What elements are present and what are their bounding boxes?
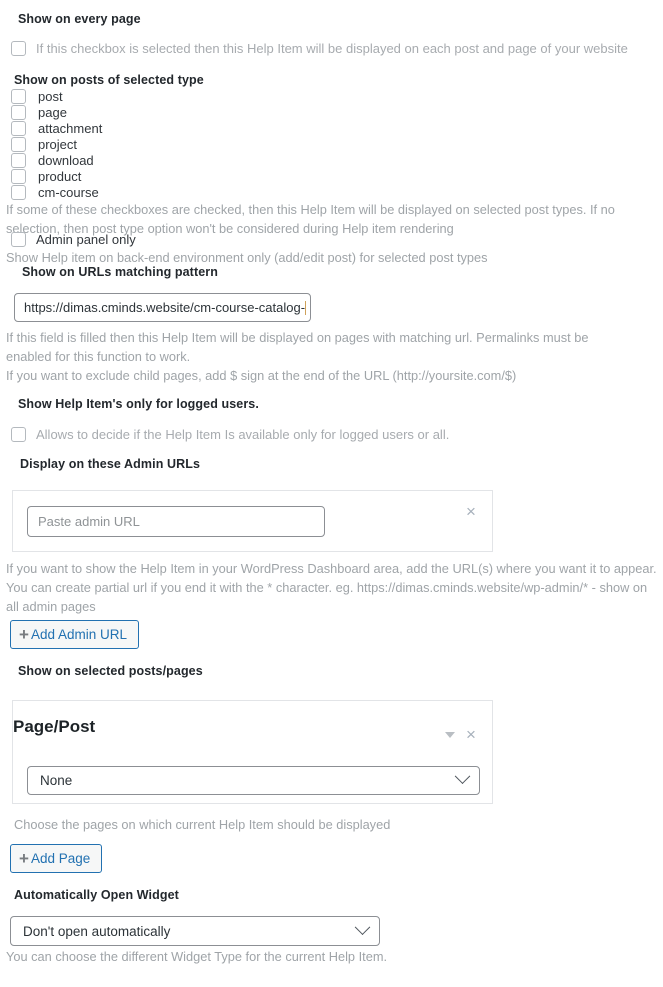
post-type-row-product[interactable]: product [11, 168, 102, 184]
post-type-row-post[interactable]: post [11, 88, 102, 104]
post-type-label-page: page [38, 104, 67, 120]
section-heading-post-types: Show on posts of selected type [14, 73, 204, 87]
section-heading-selected-posts: Show on selected posts/pages [18, 664, 203, 678]
admin-urls-help-text: If you want to show the Help Item in you… [6, 561, 657, 614]
chevron-down-icon [354, 918, 371, 935]
auto-open-widget-value: Don't open automatically [23, 923, 171, 939]
post-type-checkbox-page[interactable] [11, 104, 26, 120]
admin-panel-only-checkbox[interactable] [11, 232, 26, 247]
section-heading-logged-users: Show Help Item's only for logged users. [18, 397, 259, 411]
show-on-every-page-checkbox-row[interactable]: If this checkbox is selected then this H… [11, 41, 628, 56]
page-post-select[interactable]: None [27, 766, 480, 795]
text-caret [305, 301, 307, 315]
post-type-label-post: post [38, 88, 63, 104]
section-heading-url-pattern: Show on URLs matching pattern [22, 265, 218, 279]
url-pattern-help-text-2: If you want to exclude child pages, add … [6, 368, 517, 383]
plus-icon: + [19, 849, 29, 868]
post-type-checkbox-project[interactable] [11, 136, 26, 152]
post-type-row-page[interactable]: page [11, 104, 102, 120]
admin-panel-only-label: Admin panel only [36, 232, 136, 247]
post-type-label-download: download [38, 152, 94, 168]
post-type-checkbox-download[interactable] [11, 152, 26, 168]
post-type-checkbox-post[interactable] [11, 88, 26, 104]
logged-users-checkbox-row[interactable]: Allows to decide if the Help Item Is ava… [11, 427, 449, 442]
plus-icon: + [19, 625, 29, 644]
url-pattern-help-text-1: If this field is filled then this Help I… [6, 330, 589, 364]
url-pattern-input[interactable]: https://dimas.cminds.website/cm-course-c… [14, 293, 311, 322]
admin-panel-only-checkbox-row[interactable]: Admin panel only [11, 232, 136, 247]
section-heading-show-on-every-page: Show on every page [18, 12, 141, 26]
post-type-checkbox-list: post page attachment project download pr… [11, 88, 102, 200]
post-type-label-attachment: attachment [38, 120, 103, 136]
url-pattern-value: https://dimas.cminds.website/cm-course-c… [24, 300, 306, 315]
show-on-every-page-label: If this checkbox is selected then this H… [36, 41, 628, 56]
remove-page-post-icon[interactable]: × [466, 726, 476, 743]
show-on-every-page-checkbox[interactable] [11, 41, 26, 56]
post-type-checkbox-product[interactable] [11, 168, 26, 184]
section-heading-admin-urls: Display on these Admin URLs [20, 457, 201, 471]
admin-url-row-panel: Paste admin URL [12, 490, 493, 552]
post-type-checkbox-attachment[interactable] [11, 120, 26, 136]
section-heading-auto-open-widget: Automatically Open Widget [14, 888, 179, 902]
collapse-triangle-icon[interactable] [445, 732, 455, 738]
auto-open-widget-select[interactable]: Don't open automatically [10, 916, 380, 946]
post-type-row-cm-course[interactable]: cm-course [11, 184, 102, 200]
page-post-select-value: None [40, 773, 73, 788]
add-admin-url-button[interactable]: + Add Admin URL [10, 620, 139, 649]
post-type-label-project: project [38, 136, 78, 152]
remove-admin-url-icon[interactable]: × [466, 503, 476, 520]
page-post-panel: Page/Post None [12, 700, 493, 804]
add-page-label: Add Page [30, 851, 91, 866]
logged-users-label: Allows to decide if the Help Item Is ava… [36, 427, 450, 442]
chevron-down-icon [454, 768, 471, 785]
add-page-button[interactable]: + Add Page [10, 844, 103, 873]
post-type-checkbox-cm-course[interactable] [11, 184, 26, 200]
post-type-row-download[interactable]: download [11, 152, 102, 168]
logged-users-checkbox[interactable] [11, 427, 26, 442]
admin-url-input[interactable]: Paste admin URL [27, 506, 325, 537]
post-type-label-product: product [38, 168, 82, 184]
selected-posts-help-text: Choose the pages on which current Help I… [14, 817, 391, 832]
post-type-row-attachment[interactable]: attachment [11, 120, 102, 136]
add-admin-url-label: Add Admin URL [30, 627, 127, 642]
page-post-panel-title: Page/Post [13, 717, 96, 736]
post-type-row-project[interactable]: project [11, 136, 102, 152]
post-type-label-cm-course: cm-course [38, 184, 99, 200]
auto-open-widget-help-text: You can choose the different Widget Type… [6, 949, 388, 964]
